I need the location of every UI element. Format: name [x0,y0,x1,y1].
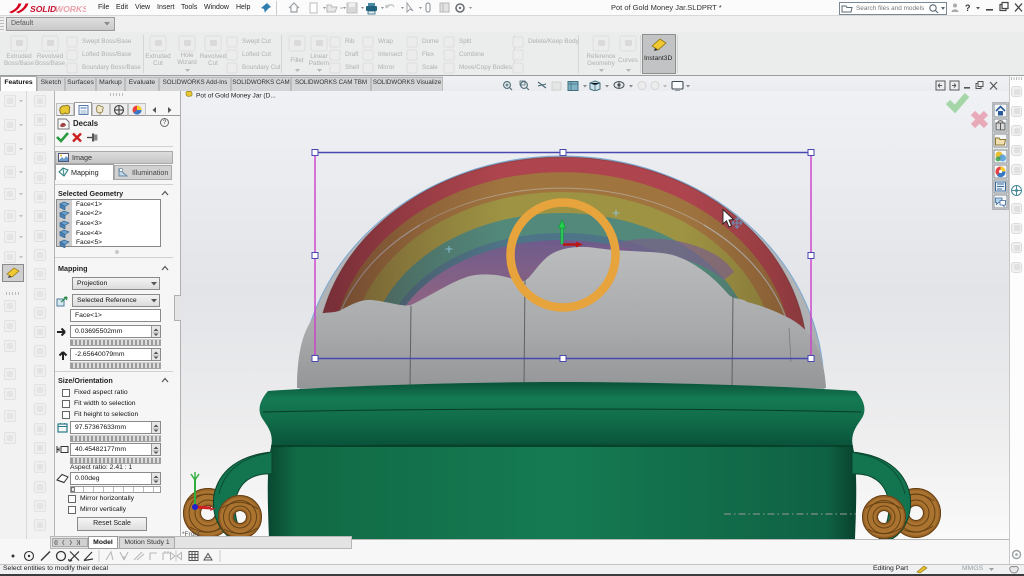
svg-text:SOLID: SOLID [30,4,56,14]
svg-text:Pot of Gold Money Jar (D...: Pot of Gold Money Jar (D... [196,93,276,100]
svg-text:WORKS: WORKS [55,4,86,14]
svg-text:?: ? [965,3,971,13]
